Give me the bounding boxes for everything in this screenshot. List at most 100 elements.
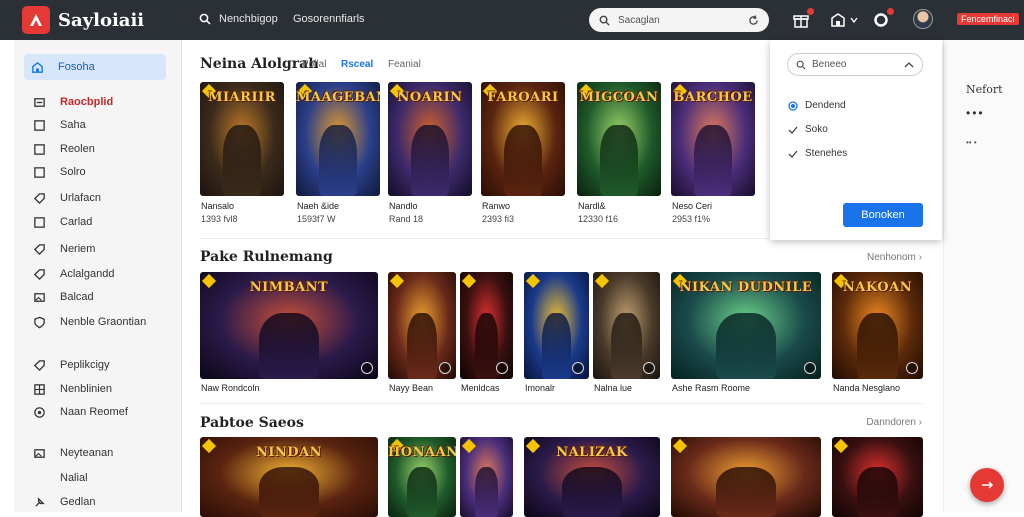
return-icon <box>982 481 994 489</box>
game-card-title: NIMBANT <box>249 280 329 295</box>
right-panel: Nefort ••• •• • <box>943 40 1024 512</box>
section-title-3: Pabtoe Saeos <box>200 415 304 431</box>
more-options-icon[interactable]: ••• <box>966 106 985 120</box>
right-panel-label: Nefort <box>966 83 1003 96</box>
sidebar-item[interactable]: Balcad <box>26 285 166 309</box>
filter-select[interactable]: Beneeo <box>787 53 923 76</box>
user-badge[interactable]: Fencemfinaci <box>957 13 1019 25</box>
game-card[interactable]: BARCHOE <box>671 82 755 196</box>
play-icon[interactable] <box>496 362 508 374</box>
game-card-name: Imonalr <box>525 383 556 393</box>
character-figure <box>716 312 776 379</box>
fab-button[interactable] <box>970 468 1004 502</box>
character-figure <box>541 312 572 379</box>
game-card[interactable]: FAROARI <box>481 82 565 196</box>
pin-icon <box>32 495 46 509</box>
game-card[interactable] <box>671 437 821 517</box>
sidebar-item[interactable]: Fosoha <box>24 54 166 80</box>
game-card-title: BARCHOE <box>673 90 753 105</box>
play-icon[interactable] <box>439 362 451 374</box>
store-menu-button[interactable] <box>830 10 864 30</box>
sidebar-item[interactable]: Aclalgandd <box>26 262 166 286</box>
sidebar-item[interactable]: Urlafacn <box>26 186 166 210</box>
filter-option-label: Soko <box>805 124 828 135</box>
character-figure <box>474 467 499 517</box>
game-card-title: NALIZAK <box>556 445 628 460</box>
sidebar-item[interactable]: Nalial <box>26 466 166 490</box>
more-options-icon[interactable]: •• • <box>966 138 977 147</box>
sidebar-item[interactable]: Neriem <box>26 237 166 261</box>
see-more-link-2[interactable]: Nenhonom › <box>867 252 922 263</box>
sidebar-item-label: Gedlan <box>60 496 96 508</box>
sidebar-item[interactable]: Carlad <box>26 210 166 234</box>
top-link-2[interactable]: Gosorennfiarls <box>293 13 365 25</box>
game-card-name: Nayy Bean <box>389 383 434 393</box>
tab-2[interactable]: Rsceal <box>341 59 373 70</box>
sidebar-item[interactable]: Neyteanan <box>26 441 166 465</box>
game-card[interactable] <box>832 437 923 517</box>
sidebar-item[interactable]: Solro <box>26 160 166 184</box>
game-card[interactable]: MAAGEBAN <box>296 82 380 196</box>
game-card-title: HONAAN <box>388 445 456 460</box>
sidebar-item[interactable]: Saha <box>26 113 166 137</box>
badge-icon <box>389 273 405 289</box>
character-figure <box>259 312 319 379</box>
filter-option[interactable]: Dendend <box>787 100 846 111</box>
sidebar-item[interactable]: Nenblinien <box>26 377 166 401</box>
game-card-meta: 1593f7 W <box>297 214 336 224</box>
app-logo[interactable] <box>22 6 50 34</box>
filter-option[interactable]: Soko <box>787 124 828 135</box>
game-card[interactable]: MIGCOAN <box>577 82 661 196</box>
sidebar-item[interactable]: Raocbplid <box>26 90 166 114</box>
play-icon[interactable] <box>906 362 918 374</box>
tag-icon <box>32 191 46 205</box>
game-card-meta: Rand 18 <box>389 214 424 224</box>
sidebar-item[interactable]: Reolen <box>26 137 166 161</box>
game-card[interactable] <box>460 272 513 379</box>
game-card[interactable] <box>593 272 660 379</box>
game-card[interactable] <box>388 272 456 379</box>
game-card[interactable] <box>460 437 513 517</box>
see-more-link-3[interactable]: Danndoren › <box>866 417 922 428</box>
game-card-title: MAAGEBAN <box>296 90 380 105</box>
notifications-button[interactable] <box>791 8 814 30</box>
search-icon <box>796 60 806 70</box>
badge-icon <box>525 273 541 289</box>
refresh-icon[interactable] <box>748 14 759 26</box>
blank-icon <box>32 471 46 485</box>
search-input[interactable]: Sacaglan <box>589 8 769 32</box>
play-icon[interactable] <box>804 362 816 374</box>
game-card[interactable]: HONAAN <box>388 437 456 517</box>
square-icon <box>32 165 46 179</box>
filter-select-label: Beneeo <box>812 59 847 70</box>
avatar[interactable] <box>913 9 933 29</box>
top-bar: Sayloiaii Nenchbigop Gosorennfiarls Saca… <box>0 0 1024 40</box>
play-icon[interactable] <box>361 362 373 374</box>
game-card[interactable]: NAKOAN <box>832 272 923 379</box>
filter-option[interactable]: Stenehes <box>787 148 847 159</box>
game-card-name: Nandlo <box>389 201 418 211</box>
sidebar-item[interactable]: Gedlan <box>26 490 166 514</box>
game-card[interactable]: NIKAN DUDNILE <box>671 272 821 379</box>
top-search-link[interactable]: Nenchbigop <box>199 13 278 25</box>
tab-1[interactable]: Pollal <box>302 59 326 70</box>
play-icon[interactable] <box>643 362 655 374</box>
game-card[interactable]: MIARIIR <box>200 82 284 196</box>
image-icon <box>32 446 46 460</box>
game-card[interactable]: NALIZAK <box>524 437 660 517</box>
game-card[interactable]: NIMBANT <box>200 272 378 379</box>
sidebar-item[interactable]: Peplikcigy <box>26 353 166 377</box>
game-card[interactable]: NINDAN <box>200 437 378 517</box>
sidebar-item-label: Naan Reomef <box>60 406 128 418</box>
tab-3[interactable]: Feanial <box>388 59 421 70</box>
sidebar-item[interactable]: Naan Reomef <box>26 400 166 424</box>
game-card[interactable] <box>524 272 589 379</box>
sidebar-item[interactable]: Nenble Graontian <box>26 310 166 334</box>
play-icon[interactable] <box>572 362 584 374</box>
activity-button[interactable] <box>871 8 894 30</box>
apply-button[interactable]: Bonoken <box>843 203 923 227</box>
store-icon <box>831 13 845 27</box>
chevron-down-icon <box>850 17 858 24</box>
search-icon <box>599 15 610 26</box>
game-card[interactable]: NOARIN <box>388 82 472 196</box>
